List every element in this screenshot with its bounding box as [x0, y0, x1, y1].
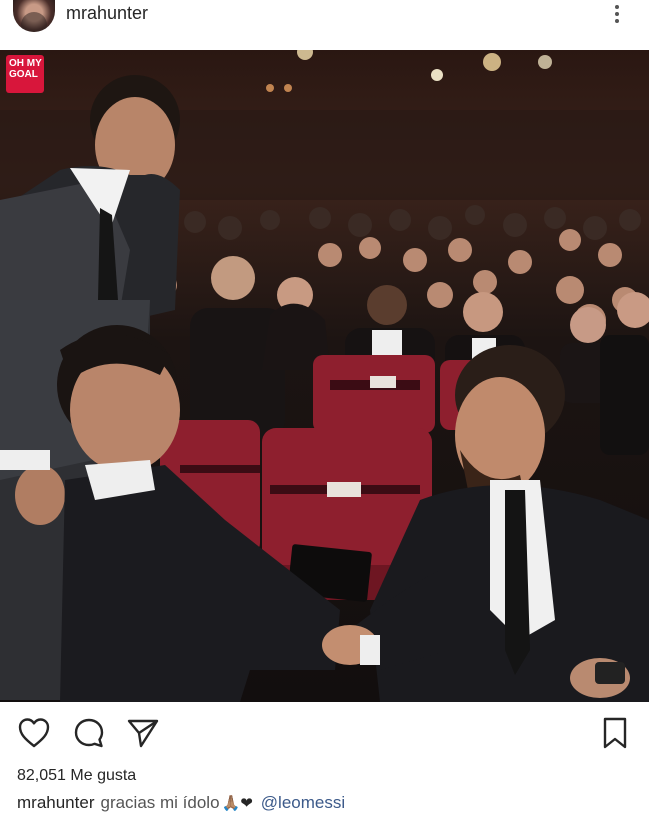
post-username[interactable]: mrahunter [66, 3, 148, 24]
caption-emojis: 🙏🏽❤ [221, 795, 253, 812]
send-icon[interactable] [126, 716, 160, 750]
comment-icon[interactable] [72, 716, 106, 750]
caption-username[interactable]: mrahunter [17, 793, 94, 812]
avatar[interactable] [13, 0, 55, 32]
likes-label: Me gusta [70, 767, 137, 784]
bookmark-icon[interactable] [598, 716, 632, 750]
photo-illustration [0, 50, 649, 702]
likes-count: 82,051 [17, 767, 66, 784]
caption: mrahunter gracias mi ídolo 🙏🏽❤ @leomessi [17, 793, 345, 813]
likes-line[interactable]: 82,051 Me gusta [17, 767, 136, 785]
heart-icon[interactable] [17, 716, 51, 750]
caption-text: gracias mi ídolo [100, 793, 220, 812]
caption-mention[interactable]: @leomessi [261, 793, 345, 812]
more-vertical-icon[interactable] [610, 2, 624, 28]
oh-my-goal-logo: OH MY GOAL [6, 55, 44, 93]
post-header: mrahunter [0, 0, 649, 50]
post-actions [0, 702, 649, 762]
post-photo[interactable]: OH MY GOAL [0, 50, 649, 702]
